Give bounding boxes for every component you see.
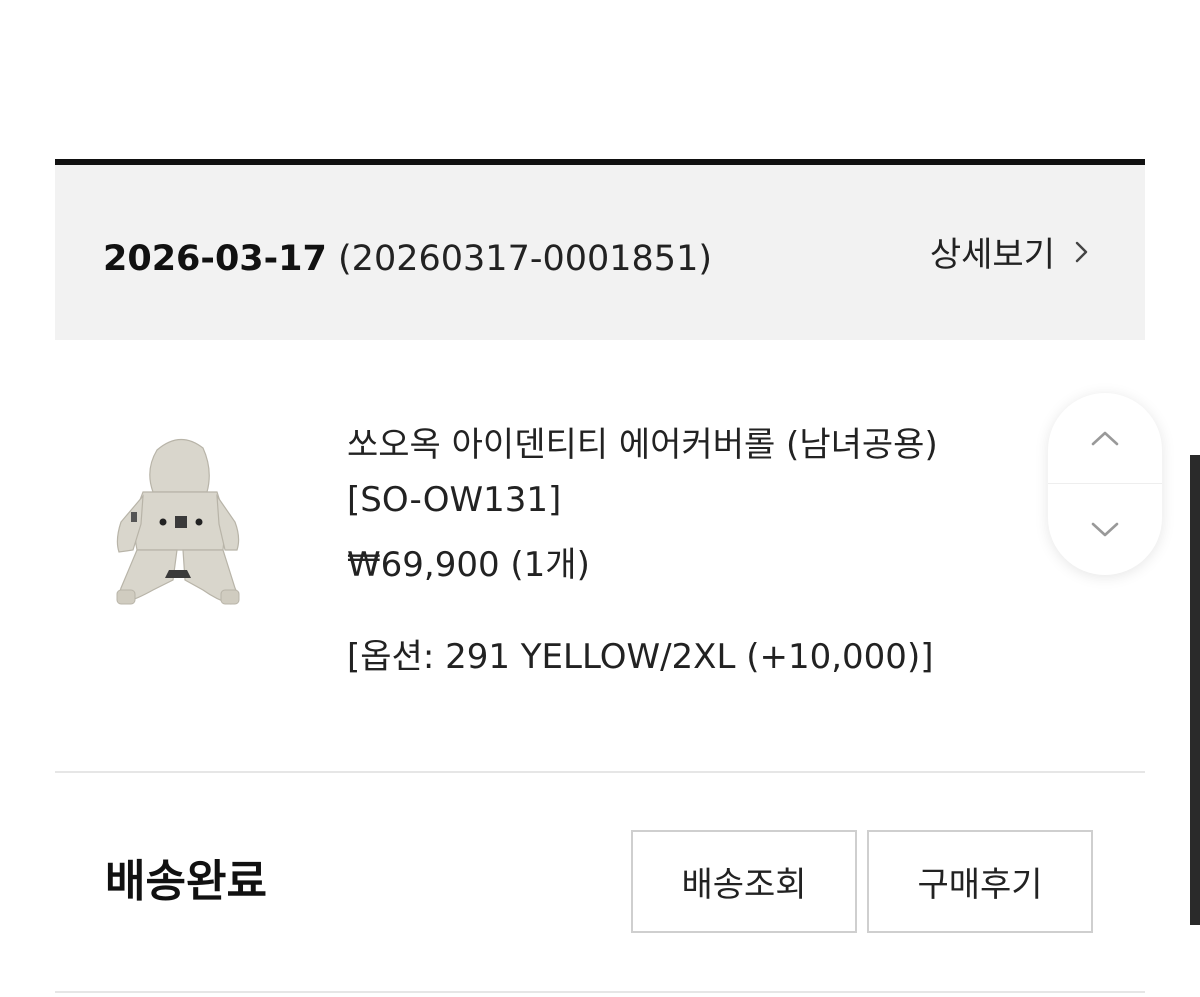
product-code: [SO-OW131]: [347, 480, 562, 520]
order-identifier: 2026-03-17 (20260317-0001851): [103, 239, 712, 279]
chevron-right-icon: [1075, 241, 1088, 262]
product-image[interactable]: [95, 430, 265, 630]
product-title: 쏘오옥 아이덴티티 에어커버롤 (남녀공용): [347, 425, 938, 465]
order-number: (20260317-0001851): [338, 238, 712, 279]
delivery-status: 배송완료: [105, 856, 267, 907]
order-card: 2026-03-17 (20260317-0001851) 상세보기 쏘오옥 아…: [55, 159, 1162, 993]
view-details-link[interactable]: 상세보기: [930, 227, 1093, 276]
order-date: 2026-03-17: [103, 238, 327, 279]
scroll-up-button[interactable]: [1048, 393, 1162, 484]
scroll-widget: [1048, 393, 1162, 575]
product-name[interactable]: 쏘오옥 아이덴티티 에어커버롤 (남녀공용) [SO-OW131]: [347, 418, 1047, 528]
view-details-label: 상세보기: [929, 235, 1055, 275]
chevron-up-icon: [1091, 431, 1119, 446]
delivery-status-row: 배송완료 배송조회 구매후기: [55, 773, 1145, 993]
order-header: 2026-03-17 (20260317-0001851) 상세보기: [55, 165, 1145, 340]
order-history-page: 2026-03-17 (20260317-0001851) 상세보기 쏘오옥 아…: [0, 0, 1200, 997]
product-option: [옵션: 291 YELLOW/2XL (+10,000)]: [347, 637, 934, 677]
order-item: 쏘오옥 아이덴티티 에어커버롤 (남녀공용) [SO-OW131] ₩69,90…: [55, 340, 1162, 773]
scroll-down-button[interactable]: [1048, 484, 1162, 575]
write-review-button[interactable]: 구매후기: [867, 830, 1093, 933]
chevron-down-icon: [1091, 522, 1119, 536]
track-delivery-button[interactable]: 배송조회: [631, 830, 857, 933]
edge-scrollbar[interactable]: [1190, 455, 1200, 925]
product-info: 쏘오옥 아이덴티티 에어커버롤 (남녀공용) [SO-OW131] ₩69,90…: [347, 418, 1047, 682]
product-price: ₩69,900 (1개): [347, 545, 590, 585]
